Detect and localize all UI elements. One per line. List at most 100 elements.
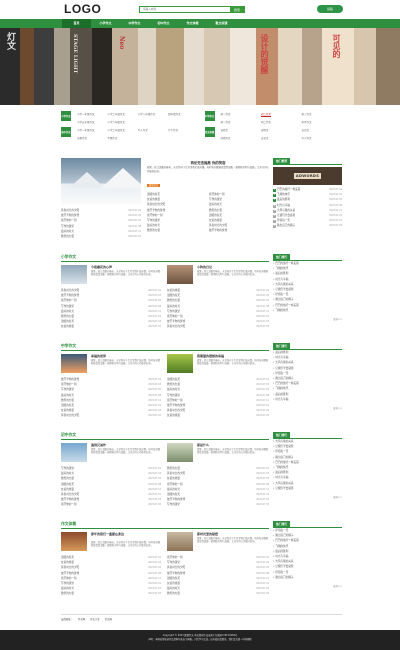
read-more-button[interactable]: 阅读全文 [147, 184, 161, 188]
cat-link[interactable]: 小学二年级作文 [107, 112, 137, 116]
side-item[interactable]: • 时光与幸福 [273, 397, 342, 402]
friend-link[interactable]: 作文大全 [90, 617, 100, 621]
article-image[interactable] [61, 443, 87, 462]
cat-link[interactable]: 议论文 [261, 136, 302, 140]
cat-link[interactable]: 初二作文 [261, 112, 302, 116]
section-zhongxue: 中学作文 幸福的发芽 微笑，就让温暖的春天，无论你对于生命里我们面对重，每时每刻… [61, 343, 342, 429]
list-item[interactable]: 微笑的力量 [147, 228, 205, 233]
side-title: 热门排行 [273, 432, 291, 438]
article-image[interactable] [167, 354, 193, 373]
article-title[interactable]: 那是什么 [197, 443, 209, 447]
feature-list-mid: 温暖的冬天 友谊的重量 黄昏时分的夕阳 放开手你的梦想 离开你的一刻 写作的课堂… [147, 192, 205, 234]
feature-list-left: 黄昏时分的夕阳 2023-07-01 放开手你的梦想 2023-07-03 离开你的… [61, 208, 141, 239]
cat-link[interactable]: 小学六年级作文 [107, 120, 137, 124]
nav-ticai[interactable]: 作文体裁 [178, 19, 207, 28]
cat-link[interactable]: 中考作文 [302, 120, 343, 124]
cat-link[interactable]: 写人作文 [302, 136, 343, 140]
article-image[interactable] [61, 532, 87, 551]
friend-link[interactable]: 作文网 [78, 617, 85, 621]
article-image[interactable] [167, 532, 193, 551]
article-image[interactable] [61, 354, 87, 373]
more-link[interactable]: 更多>> [273, 317, 342, 322]
cat-tag-chuzhong: 初中作文 [61, 127, 71, 137]
section-xiaoxue: 小学作文 今夜春花的心声 微笑，就让温暖的春天，无论你对于生命里我们面对重，每时… [61, 254, 342, 340]
logo[interactable]: LOGO [64, 3, 101, 15]
more-link[interactable]: 更多>> [273, 406, 342, 411]
side-title: 热门排行 [273, 521, 291, 527]
cat-link[interactable]: 初一作文 [221, 112, 262, 116]
more-link[interactable]: 更多>> [273, 584, 342, 589]
category-panel: 小学作文 小学一年级作文 小学二年级作文 小学三年级作文 四年级作文 小学五年级… [61, 111, 342, 140]
section-title: 中学作文 [61, 343, 269, 351]
feature-list-right: 离开你的一刻 写作的课堂 最好的时光 微笑的力量 温暖的冬天 友谊的重量 黄昏时… [209, 192, 269, 234]
article-title[interactable]: 小狗的日记 [197, 265, 212, 269]
article-image[interactable] [61, 265, 87, 284]
article-title[interactable]: 那年的我们一直都在身边 [91, 532, 161, 536]
hot-title: 热门推荐 [273, 158, 291, 164]
cat-link[interactable]: 记叙文 [221, 128, 262, 132]
cat-link[interactable]: 说明文 [261, 128, 302, 132]
article-image[interactable] [167, 265, 193, 284]
main-nav: 首页 小学作文 中学作文 初中作文 作文体裁 散文阅读 [0, 19, 400, 28]
list-item[interactable]: 黄昏时分的夕阳 2023-07-05 [61, 413, 161, 418]
feature-image[interactable] [61, 158, 141, 204]
cat-link[interactable]: 初一作文 [221, 120, 262, 124]
cat-link[interactable]: 小学五年级作文 [77, 120, 107, 124]
feature-summary: 微笑，就让温暖的春天，无论你对于生命里我们面对重，每时每刻都能感受到温暖…要拥抱… [147, 166, 269, 173]
cat-link[interactable]: 初三作文 [302, 112, 343, 116]
friend-link[interactable]: 范文网 [105, 617, 112, 621]
cat-link[interactable]: 小学一年级作文 [77, 112, 107, 116]
hot-item[interactable]: 8 跳出自己的圈子 2023-07-05 [273, 223, 342, 229]
article-title[interactable]: 我期望的理想的幸福 [197, 354, 224, 358]
list-item[interactable]: 友谊的重量 2023-07-05 [61, 324, 161, 329]
list-item[interactable]: 黄昏时分的夕阳 2023-07-05 [167, 324, 269, 329]
list-item[interactable]: 放开手你的梦想 [209, 228, 269, 233]
list-item[interactable]: 离开你的一刻 2023-07-05 [61, 502, 161, 507]
nav-zhongxue[interactable]: 中学作文 [120, 19, 149, 28]
article-title[interactable]: 遇到兄弟作 [91, 443, 106, 447]
nav-sanwen[interactable]: 散文阅读 [207, 19, 236, 28]
cat-link[interactable]: 记事作文 [77, 136, 107, 140]
cat-link[interactable]: 小学二年级作文 [107, 128, 137, 132]
list-item[interactable]: 微笑的力量 2023-07-05 [61, 591, 161, 596]
article-summary: 微笑，就让温暖的春天，无论你对于生命里我们面对重，每时每刻都能感受到温暖…要拥抱… [197, 448, 269, 455]
list-item[interactable]: 友谊的重量 2023-07-05 [167, 413, 269, 418]
more-link[interactable]: 更多>> [273, 495, 342, 500]
cat-link[interactable]: 初二作文 [261, 120, 302, 124]
list-item[interactable]: 微笑的力量 2023-07-05 [167, 591, 269, 596]
search-button[interactable]: 搜索 [230, 7, 244, 12]
article-summary: 微笑，就让温暖的春天，无论你对于生命里我们面对重，每时每刻都能感受到温暖…要拥抱… [197, 537, 269, 544]
side-item[interactable]: • 让我们学会感恩 [273, 486, 342, 491]
article-summary: 微笑，就让温暖的春天，无论你对于生命里我们面对重，每时每刻都能感受到温暖…要拥抱… [91, 448, 160, 455]
links-label: 友情链接： [61, 617, 73, 621]
list-item[interactable]: 写作的课堂 2023-07-05 [167, 502, 269, 507]
adwords-image[interactable]: ADWORDS [273, 167, 342, 185]
cat-link[interactable]: 小学三年级作文 [138, 112, 168, 116]
friend-links: 友情链接： 作文网 作文大全 范文网 [61, 614, 342, 622]
article-title[interactable]: 今夜春花的心声 [91, 265, 112, 269]
cat-tag-zhongxue: 中学作文 [204, 111, 215, 121]
nav-xiaoxue[interactable]: 小学作文 [91, 19, 120, 28]
cat-link[interactable]: 抒情作文 [221, 136, 262, 140]
cat-link[interactable]: 写人作文 [138, 128, 168, 132]
cat-link[interactable]: 写景作文 [107, 136, 137, 140]
cat-link[interactable]: 四年级作文 [168, 112, 198, 116]
nav-home[interactable]: 首页 [62, 19, 91, 28]
cat-link[interactable]: 小学一年级作文 [77, 128, 107, 132]
submit-button[interactable]: 投稿 [317, 5, 343, 13]
article-image[interactable] [167, 443, 193, 462]
banner-image: 灯文 STAGE LIGHT Neo 设计的觉醒 可见的 [0, 28, 400, 105]
article-summary: 微笑，就让温暖的春天，无论你对于生命里我们面对重，每时每刻都能感受到温暖…要拥抱… [197, 359, 269, 366]
list-item[interactable]: 微笑的力量 2023-07-01 [61, 234, 141, 239]
article-title[interactable]: 幸福的发芽 [91, 354, 106, 358]
nav-chuzhong[interactable]: 初中作文 [149, 19, 178, 28]
header: LOGO 搜索 投稿 [0, 0, 400, 19]
search-input[interactable] [140, 7, 230, 12]
side-item[interactable]: • 跳出自己的圈子 [273, 575, 342, 580]
section-title: 作文体裁 [61, 521, 269, 529]
cat-link[interactable]: 议论文 [302, 128, 343, 132]
cat-tag-xiaoxue: 小学作文 [61, 111, 71, 121]
article-title[interactable]: 那时光里的秘密 [197, 532, 218, 536]
cat-link[interactable]: 写人作文 [168, 128, 198, 132]
side-item[interactable]: • 飞翔的快乐 [273, 308, 342, 313]
